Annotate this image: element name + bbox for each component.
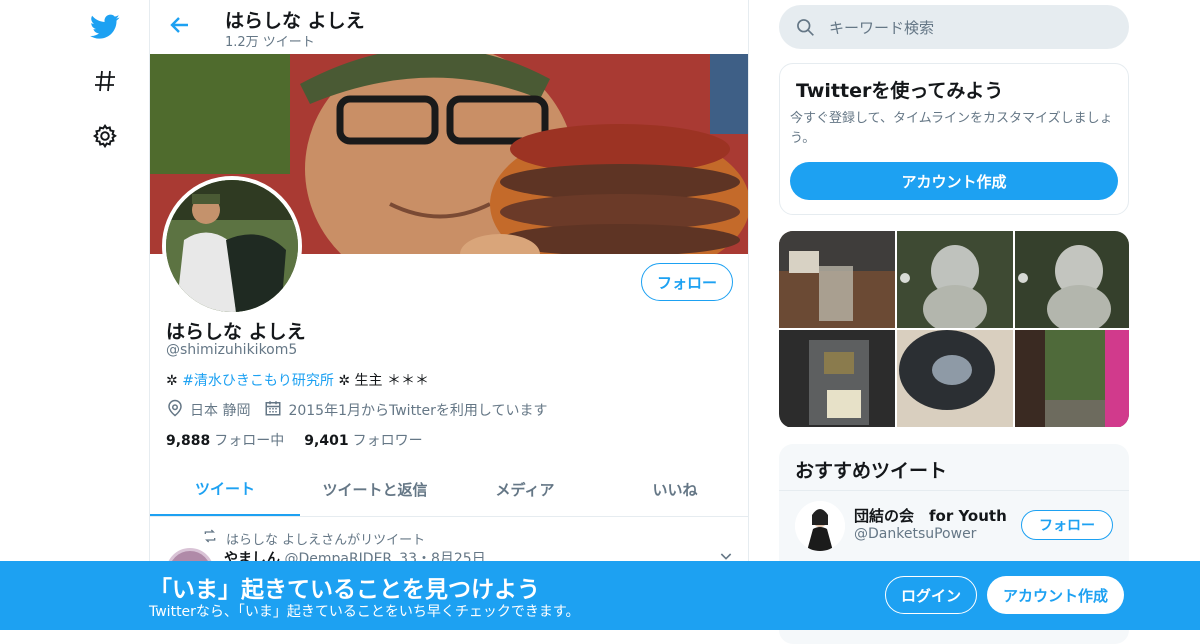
following-label: フォロー中 (214, 433, 285, 449)
follow-button[interactable]: フォロー (641, 263, 733, 301)
gear-icon[interactable] (88, 119, 122, 153)
recommended-account: 団結の会 for Youth @DanketsuPower フォロー (779, 490, 1129, 570)
media-thumb[interactable] (779, 330, 895, 427)
recommended-title: おすすめツイート (795, 460, 948, 482)
media-grid (779, 231, 1129, 428)
profile-avatar[interactable] (162, 176, 302, 316)
recommended-name[interactable]: 団結の会 for Youth (854, 505, 1007, 526)
signup-card-text: 今すぐ登録して、タイムラインをカスタマイズしましょう。 (790, 111, 1113, 146)
profile-location: 日本 静岡 (190, 403, 251, 419)
retweet-text: はらしな よしえさんがリツイート (226, 532, 426, 548)
bottom-subtext: Twitterなら、「いま」起きていることをいち早くチェックできます。 (149, 604, 580, 620)
bird-icon[interactable] (88, 10, 122, 44)
profile-meta: 日本 静岡 2015年1月からTwitterを利用しています (166, 399, 548, 421)
media-thumb[interactable] (1015, 330, 1129, 427)
tab-tweets[interactable]: ツイート (150, 463, 300, 516)
bottom-signup-bar: 「いま」起きていることを見つけよう Twitterなら、「いま」起きていることを… (0, 561, 1200, 630)
header-name: はらしな よしえ (225, 10, 365, 32)
signup-card: Twitterを使ってみよう 今すぐ登録して、タイムラインをカスタマイズしましょ… (779, 63, 1129, 215)
following-count: 9,888 (166, 433, 211, 449)
recommended-follow-button[interactable]: フォロー (1021, 510, 1113, 540)
media-thumb[interactable] (779, 231, 895, 328)
media-thumb[interactable] (1015, 231, 1129, 328)
media-thumb[interactable] (897, 231, 1013, 328)
profile-column: はらしな よしえ 1.2万 ツイート フォロー はらしな よしえ @shimiz… (149, 0, 749, 630)
followers-count: 9,401 (304, 433, 349, 449)
profile-joined: 2015年1月からTwitterを利用しています (288, 403, 548, 419)
bottom-headline: 「いま」起きていることを見つけよう (149, 577, 540, 603)
media-thumb[interactable] (897, 330, 1013, 427)
recommended-avatar[interactable] (795, 501, 845, 551)
left-nav (0, 0, 150, 630)
profile-header: はらしな よしえ 1.2万 ツイート (150, 0, 748, 54)
signup-button[interactable]: アカウント作成 (987, 576, 1124, 614)
create-account-button[interactable]: アカウント作成 (790, 162, 1118, 200)
followers-label: フォロワー (352, 433, 423, 449)
retweet-context: はらしな よしえさんがリツイート (202, 528, 425, 548)
tab-tweets-and-replies[interactable]: ツイートと返信 (300, 463, 450, 516)
bio-prefix: ✲ (166, 373, 183, 389)
profile-name: はらしな よしえ (166, 321, 306, 343)
bio-suffix: ✲ 生主 ＊＊＊ (333, 373, 430, 389)
tweet-count: 1.2万 ツイート (225, 35, 315, 50)
followers-link[interactable]: 9,401 フォロワー (304, 430, 422, 450)
location-icon (166, 399, 184, 421)
signup-card-title: Twitterを使ってみよう (796, 80, 1004, 102)
tab-likes[interactable]: いいね (600, 463, 748, 516)
calendar-icon (264, 399, 282, 421)
hash-icon[interactable] (88, 64, 122, 98)
profile-bio: ✲ #清水ひきこもり研究所 ✲ 生主 ＊＊＊ (166, 370, 429, 390)
profile-handle: @shimizuhikikom5 (166, 342, 298, 358)
profile-stats: 9,888 フォロー中 9,401 フォロワー (166, 430, 423, 450)
recommended-handle: @DanketsuPower (854, 526, 977, 542)
following-link[interactable]: 9,888 フォロー中 (166, 430, 284, 450)
search-icon (795, 17, 815, 37)
bio-hashtag-link[interactable]: #清水ひきこもり研究所 (182, 373, 334, 389)
right-sidebar: キーワード検索 Twitterを使ってみよう 今すぐ登録して、タイムラインをカス… (779, 0, 1129, 644)
search-bar[interactable]: キーワード検索 (779, 5, 1129, 49)
back-arrow-icon[interactable] (168, 13, 196, 41)
tab-media[interactable]: メディア (450, 463, 600, 516)
profile-tabs: ツイート ツイートと返信 メディア いいね (150, 463, 748, 517)
search-placeholder: キーワード検索 (829, 18, 935, 37)
retweet-icon (202, 528, 218, 548)
login-button[interactable]: ログイン (885, 576, 977, 614)
